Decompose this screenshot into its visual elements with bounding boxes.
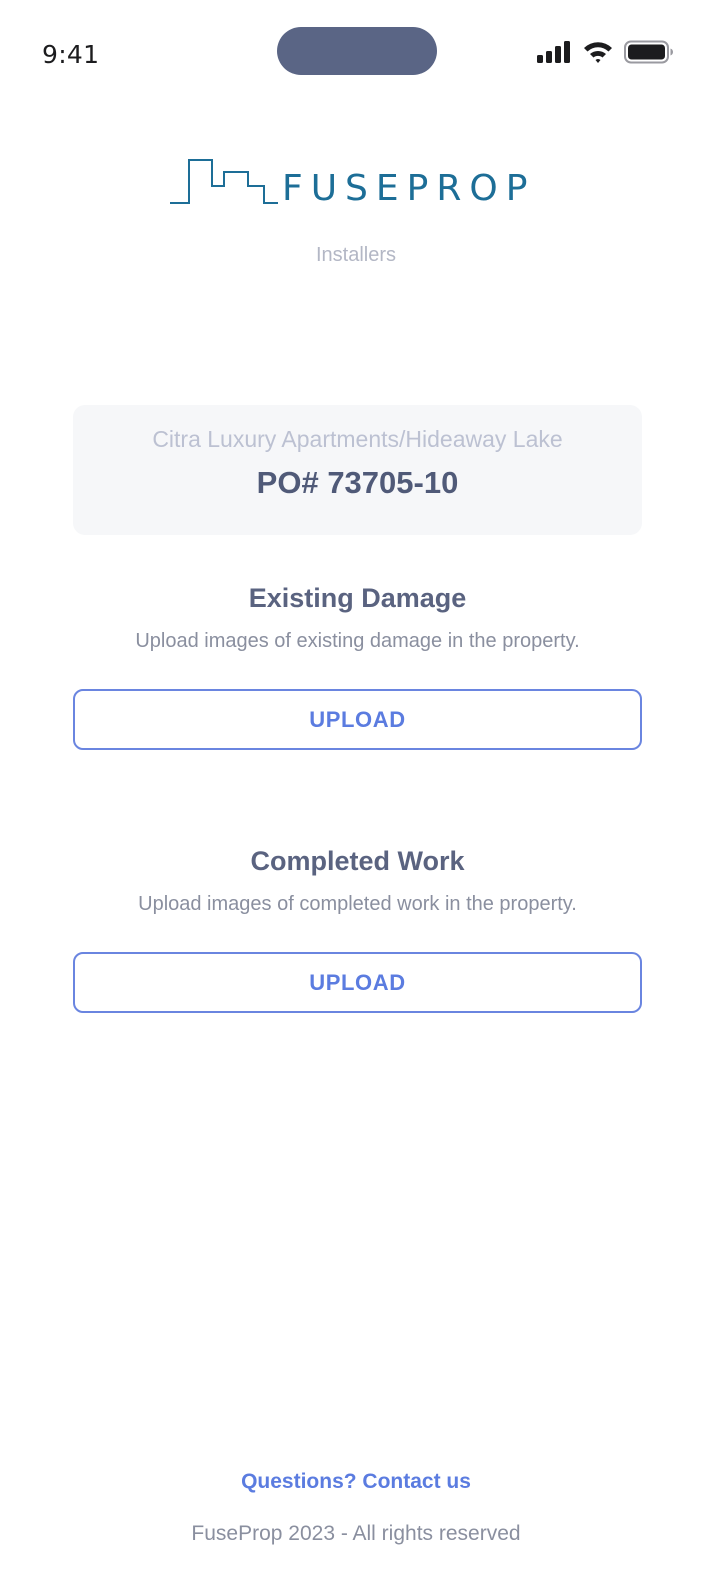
app-subtitle: Installers [315, 244, 397, 266]
existing-damage-title: Existing Damage [248, 583, 467, 613]
completed-work-upload-button[interactable]: UPLOAD [73, 952, 642, 1013]
logo-wordmark: FUSEPROP [282, 168, 536, 209]
existing-damage-description: Upload images of existing damage in the … [135, 630, 580, 652]
existing-damage-upload-button[interactable]: UPLOAD [73, 689, 642, 750]
contact-us-link[interactable]: Questions? Contact us [0, 1470, 712, 1494]
cellular-signal-icon [537, 41, 570, 63]
status-icons [536, 40, 674, 64]
existing-damage-section: Existing Damage Upload images of existin… [73, 583, 642, 750]
property-card: Citra Luxury Apartments/Hideaway Lake PO… [73, 405, 642, 535]
dynamic-island [277, 27, 437, 75]
po-number: PO# 73705-10 [256, 465, 459, 500]
wifi-icon [584, 42, 612, 63]
copyright-text: FuseProp 2023 - All rights reserved [191, 1522, 521, 1545]
skyline-logo-icon [170, 159, 278, 204]
completed-work-description: Upload images of completed work in the p… [138, 893, 577, 915]
completed-work-title: Completed Work [250, 846, 465, 876]
battery-icon [624, 40, 673, 64]
installer-upload-screen: 9:41 FUSEPROP Installers Citra Luxury Ap… [0, 0, 712, 1592]
fuseprop-logo: FUSEPROP [170, 158, 542, 210]
property-name: Citra Luxury Apartments/Hideaway Lake [152, 426, 563, 452]
completed-work-section: Completed Work Upload images of complete… [73, 846, 642, 1013]
status-time: 9:41 [42, 40, 100, 69]
